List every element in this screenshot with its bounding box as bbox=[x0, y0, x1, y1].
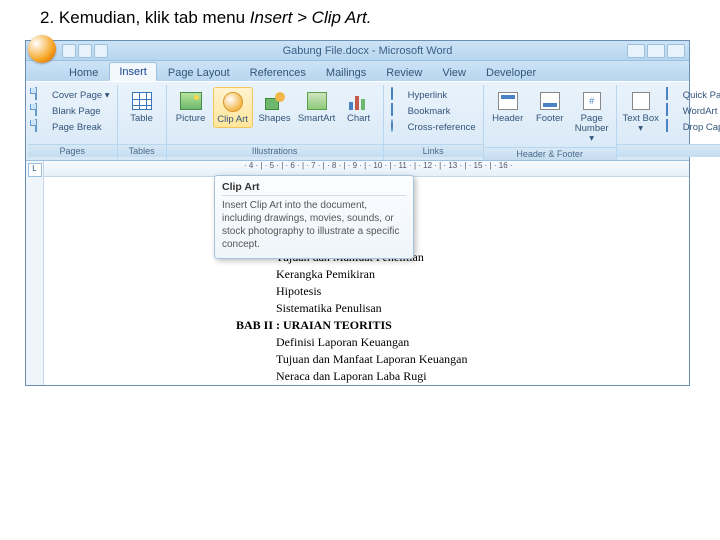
bookmark-button[interactable]: Bookmark bbox=[388, 103, 479, 119]
wordart-button[interactable]: WordArt ▾ bbox=[663, 103, 720, 119]
document-line: Definisi Laporan Keuangan bbox=[194, 334, 654, 351]
tooltip-body: Insert Clip Art into the document, inclu… bbox=[222, 199, 406, 251]
group-header-footer: Header Footer #Page Number ▾ Header & Fo… bbox=[484, 85, 617, 160]
office-button[interactable] bbox=[28, 35, 56, 63]
group-tables: Table Tables bbox=[118, 85, 167, 160]
bookmark-label: Bookmark bbox=[408, 106, 451, 117]
page-break-label: Page Break bbox=[52, 122, 102, 133]
close-button[interactable] bbox=[667, 44, 685, 58]
hyperlink-label: Hyperlink bbox=[408, 90, 448, 101]
picture-button[interactable]: Picture bbox=[171, 87, 211, 126]
document-line: Neraca dan Laporan Laba Rugi bbox=[194, 368, 654, 385]
tab-home[interactable]: Home bbox=[60, 64, 107, 81]
drop-cap-label: Drop Cap ▾ bbox=[683, 122, 720, 133]
document-line: Sistematika Penulisan bbox=[194, 300, 654, 317]
group-illustrations-label: Illustrations bbox=[167, 144, 383, 157]
instruction-caption: 2. Kemudian, klik tab menu Insert > Clip… bbox=[0, 0, 720, 40]
tab-references[interactable]: References bbox=[241, 64, 315, 81]
cross-reference-button[interactable]: Cross-reference bbox=[388, 119, 479, 135]
cover-page-button[interactable]: Cover Page ▾ bbox=[32, 87, 113, 103]
chart-label: Chart bbox=[347, 114, 370, 124]
quick-parts-label: Quick Parts ▾ bbox=[683, 90, 720, 101]
group-tables-label: Tables bbox=[118, 144, 166, 157]
document-line: BAB II : URAIAN TEORITIS bbox=[194, 317, 654, 334]
group-text-label: Text bbox=[617, 144, 720, 157]
caption-italic: Insert > Clip Art. bbox=[250, 8, 372, 27]
tab-insert[interactable]: Insert bbox=[109, 62, 157, 81]
page-number-label: Page Number ▾ bbox=[573, 114, 611, 144]
ribbon: Cover Page ▾ Blank Page Page Break Pages… bbox=[26, 81, 689, 161]
text-box-button[interactable]: Text Box ▾ bbox=[621, 87, 661, 136]
document-line: Tujuan dan Manfaat Laporan Keuangan bbox=[194, 351, 654, 368]
blank-page-button[interactable]: Blank Page bbox=[32, 103, 113, 119]
group-links-label: Links bbox=[384, 144, 483, 157]
group-header-footer-label: Header & Footer bbox=[484, 147, 616, 160]
tab-selector-icon[interactable]: L bbox=[28, 163, 42, 177]
table-label: Table bbox=[130, 114, 153, 124]
document-line: Hipotesis bbox=[194, 283, 654, 300]
cover-page-label: Cover Page ▾ bbox=[52, 90, 110, 101]
page-break-button[interactable]: Page Break bbox=[32, 119, 113, 135]
caption-prefix: 2. Kemudian, klik tab menu bbox=[40, 8, 250, 27]
tab-view[interactable]: View bbox=[433, 64, 475, 81]
smartart-button[interactable]: SmartArt bbox=[297, 87, 337, 126]
header-button[interactable]: Header bbox=[488, 87, 528, 126]
drop-cap-button[interactable]: Drop Cap ▾ bbox=[663, 119, 720, 135]
clip-art-tooltip: Clip Art Insert Clip Art into the docume… bbox=[214, 175, 414, 259]
tab-page-layout[interactable]: Page Layout bbox=[159, 64, 239, 81]
footer-label: Footer bbox=[536, 114, 563, 124]
tab-developer[interactable]: Developer bbox=[477, 64, 545, 81]
wordart-label: WordArt ▾ bbox=[683, 106, 720, 117]
table-button[interactable]: Table bbox=[122, 87, 162, 126]
workarea: · 4 · | · 5 · | · 6 · | · 7 · | · 8 · | … bbox=[44, 161, 689, 385]
titlebar: Gabung File.docx - Microsoft Word bbox=[26, 41, 689, 61]
clip-art-label: Clip Art bbox=[217, 115, 248, 125]
quick-access-toolbar bbox=[62, 44, 108, 58]
shapes-button[interactable]: Shapes bbox=[255, 87, 295, 126]
footer-button[interactable]: Footer bbox=[530, 87, 570, 126]
word-window: Gabung File.docx - Microsoft Word Home I… bbox=[25, 40, 690, 386]
text-box-label: Text Box ▾ bbox=[622, 114, 660, 134]
page-number-button[interactable]: #Page Number ▾ bbox=[572, 87, 612, 146]
qat-undo-icon[interactable] bbox=[78, 44, 92, 58]
group-pages: Cover Page ▾ Blank Page Page Break Pages bbox=[28, 85, 118, 160]
clip-art-button[interactable]: Clip Art bbox=[213, 87, 253, 128]
header-label: Header bbox=[492, 114, 523, 124]
group-illustrations: Picture Clip Art Shapes SmartArt Chart I… bbox=[167, 85, 384, 160]
document-line: Kerangka Pemikiran bbox=[194, 266, 654, 283]
group-links: Hyperlink Bookmark Cross-reference Links bbox=[384, 85, 484, 160]
tab-review[interactable]: Review bbox=[377, 64, 431, 81]
group-text: Text Box ▾ Quick Parts ▾ WordArt ▾ Drop … bbox=[617, 85, 720, 160]
window-title: Gabung File.docx - Microsoft Word bbox=[108, 45, 627, 57]
blank-page-label: Blank Page bbox=[52, 106, 101, 117]
tab-mailings[interactable]: Mailings bbox=[317, 64, 375, 81]
group-pages-label: Pages bbox=[28, 144, 117, 157]
maximize-button[interactable] bbox=[647, 44, 665, 58]
window-controls bbox=[627, 44, 689, 58]
vertical-ruler: L bbox=[26, 161, 44, 385]
smartart-label: SmartArt bbox=[298, 114, 335, 124]
shapes-label: Shapes bbox=[258, 114, 290, 124]
document-area: L · 4 · | · 5 · | · 6 · | · 7 · | · 8 · … bbox=[26, 161, 689, 385]
ribbon-tabs: Home Insert Page Layout References Maili… bbox=[26, 61, 689, 81]
minimize-button[interactable] bbox=[627, 44, 645, 58]
chart-button[interactable]: Chart bbox=[339, 87, 379, 126]
hyperlink-button[interactable]: Hyperlink bbox=[388, 87, 479, 103]
tooltip-title: Clip Art bbox=[222, 181, 406, 196]
qat-redo-icon[interactable] bbox=[94, 44, 108, 58]
picture-label: Picture bbox=[176, 114, 206, 124]
qat-save-icon[interactable] bbox=[62, 44, 76, 58]
cross-reference-label: Cross-reference bbox=[408, 122, 476, 133]
quick-parts-button[interactable]: Quick Parts ▾ bbox=[663, 87, 720, 103]
